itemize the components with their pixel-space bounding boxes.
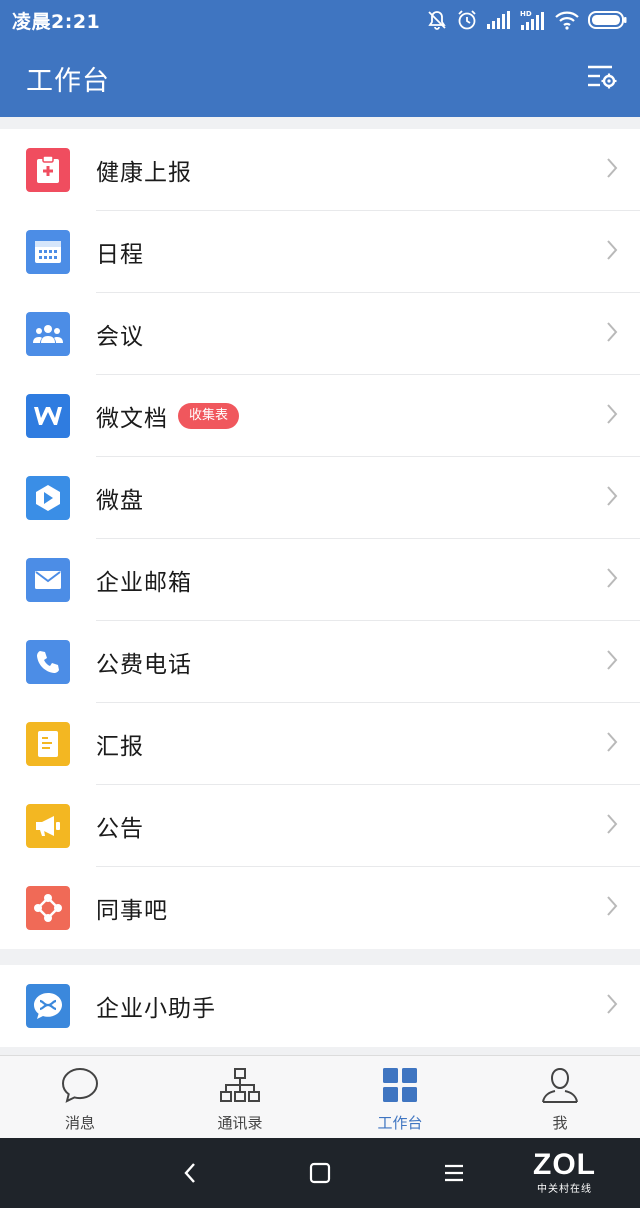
tab-me[interactable]: 我 <box>480 1056 640 1138</box>
app-item-meeting[interactable]: 会议 <box>0 293 640 375</box>
calendar-icon <box>26 230 70 274</box>
bell-off-icon <box>426 9 448 31</box>
app-label: 日程 <box>96 242 144 268</box>
app-label: 微文档 <box>96 406 168 432</box>
tab-contacts[interactable]: 通讯录 <box>160 1056 320 1138</box>
page-title: 工作台 <box>26 66 110 97</box>
wifi-icon <box>554 10 580 30</box>
profile-icon <box>540 1066 580 1108</box>
app-item-phone[interactable]: 公费电话 <box>0 621 640 703</box>
phone-icon <box>26 640 70 684</box>
chevron-right-icon <box>606 731 618 757</box>
app-label: 公告 <box>96 816 144 842</box>
doc-w-icon <box>26 394 70 438</box>
back-icon[interactable] <box>180 1158 200 1192</box>
chevron-right-icon <box>606 485 618 511</box>
app-item-drive[interactable]: 微盘 <box>0 457 640 539</box>
app-item-calendar[interactable]: 日程 <box>0 211 640 293</box>
tab-messages[interactable]: 消息 <box>0 1056 160 1138</box>
app-item-announcement[interactable]: 公告 <box>0 785 640 867</box>
tab-label: 通讯录 <box>217 1114 263 1132</box>
tab-label: 我 <box>552 1114 568 1132</box>
title-bar: 工作台 <box>0 40 640 117</box>
assistant-group: 企业小助手 <box>0 965 640 1047</box>
battery-icon <box>588 10 628 30</box>
tab-label: 工作台 <box>377 1114 423 1132</box>
tab-label: 消息 <box>64 1114 95 1132</box>
chevron-right-icon <box>606 993 618 1019</box>
app-label: 汇报 <box>96 734 144 760</box>
app-label: 同事吧 <box>96 898 168 924</box>
collection-form-badge: 收集表 <box>178 403 240 429</box>
chevron-right-icon <box>606 895 618 921</box>
contacts-icon <box>218 1066 262 1108</box>
svg-text:HD: HD <box>520 10 532 18</box>
chevron-right-icon <box>606 649 618 675</box>
message-icon <box>60 1066 100 1108</box>
chevron-right-icon <box>606 403 618 429</box>
workbench-icon <box>381 1066 419 1108</box>
app-item-colleague[interactable]: 同事吧 <box>0 867 640 949</box>
announcement-icon <box>26 804 70 848</box>
app-item-doc[interactable]: 微文档 收集表 <box>0 375 640 457</box>
tab-workbench[interactable]: 工作台 <box>320 1056 480 1138</box>
app-item-report[interactable]: 汇报 <box>0 703 640 785</box>
chevron-right-icon <box>606 321 618 347</box>
hd-signal-icon: HD <box>520 9 546 31</box>
colleague-icon <box>26 886 70 930</box>
signal-icon <box>486 10 512 30</box>
app-label: 企业小助手 <box>96 996 216 1022</box>
chevron-right-icon <box>606 813 618 839</box>
drive-icon <box>26 476 70 520</box>
health-report-icon <box>26 148 70 192</box>
list-settings-icon[interactable] <box>586 63 618 95</box>
chevron-right-icon <box>606 157 618 183</box>
zol-watermark: ZOL 中关村在线 <box>533 1148 596 1196</box>
watermark-subtitle: 中关村在线 <box>537 1184 592 1195</box>
app-list: 健康上报 日程 会议 微文档 收集表 微盘 企业邮箱 公费电话 汇报 公告 同事… <box>0 117 640 1055</box>
alarm-icon <box>456 9 478 31</box>
app-label: 微盘 <box>96 488 144 514</box>
app-group: 健康上报 日程 会议 微文档 收集表 微盘 企业邮箱 公费电话 汇报 公告 同事… <box>0 129 640 949</box>
app-item-mail[interactable]: 企业邮箱 <box>0 539 640 621</box>
app-item-assistant[interactable]: 企业小助手 <box>0 965 640 1047</box>
bottom-tab-bar: 消息 通讯录 工作台 我 <box>0 1055 640 1138</box>
meeting-icon <box>26 312 70 356</box>
status-time: 凌晨2:21 <box>12 10 101 33</box>
chevron-right-icon <box>606 239 618 265</box>
mail-icon <box>26 558 70 602</box>
assistant-icon <box>26 984 70 1028</box>
app-label: 公费电话 <box>96 652 192 678</box>
app-item-health-report[interactable]: 健康上报 <box>0 129 640 211</box>
report-icon <box>26 722 70 766</box>
app-label: 企业邮箱 <box>96 570 192 596</box>
home-icon[interactable] <box>308 1158 332 1192</box>
status-bar: 凌晨2:21 HD <box>0 0 640 40</box>
app-label: 会议 <box>96 324 144 350</box>
menu-icon[interactable] <box>442 1158 466 1192</box>
app-label: 健康上报 <box>96 160 192 186</box>
watermark-logo: ZOL <box>533 1148 596 1181</box>
chevron-right-icon <box>606 567 618 593</box>
